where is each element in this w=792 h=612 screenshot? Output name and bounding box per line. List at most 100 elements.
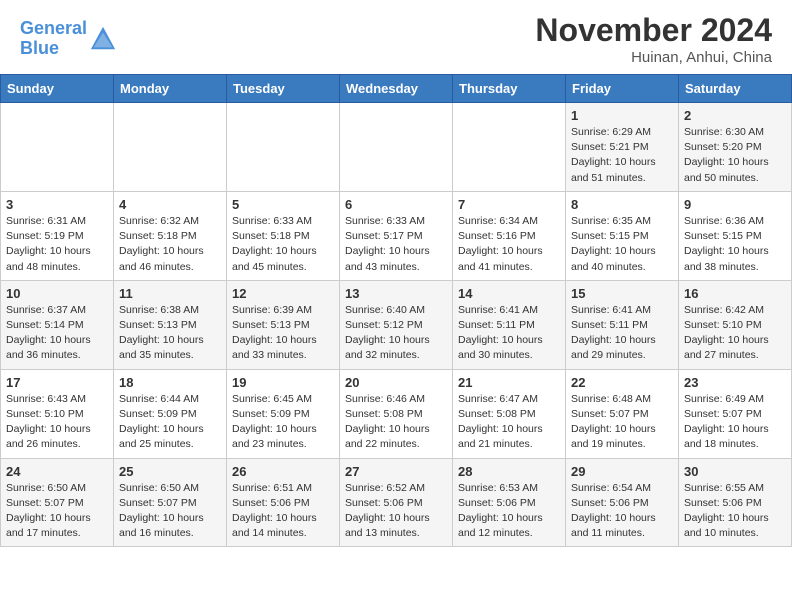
- day-info: Sunrise: 6:52 AM Sunset: 5:06 PM Dayligh…: [345, 481, 447, 542]
- day-number: 10: [6, 286, 108, 301]
- day-number: 27: [345, 464, 447, 479]
- calendar-cell: [1, 103, 114, 192]
- weekday-header-tuesday: Tuesday: [227, 75, 340, 103]
- logo-icon: [89, 25, 117, 53]
- day-number: 2: [684, 108, 786, 123]
- weekday-header-saturday: Saturday: [679, 75, 792, 103]
- calendar-cell: 21 Sunrise: 6:47 AM Sunset: 5:08 PM Dayli…: [453, 369, 566, 458]
- weekday-header-monday: Monday: [114, 75, 227, 103]
- day-number: 1: [571, 108, 673, 123]
- calendar-cell: [114, 103, 227, 192]
- calendar-cell: 10 Sunrise: 6:37 AM Sunset: 5:14 PM Dayli…: [1, 280, 114, 369]
- day-info: Sunrise: 6:32 AM Sunset: 5:18 PM Dayligh…: [119, 214, 221, 275]
- day-info: Sunrise: 6:38 AM Sunset: 5:13 PM Dayligh…: [119, 303, 221, 364]
- day-info: Sunrise: 6:34 AM Sunset: 5:16 PM Dayligh…: [458, 214, 560, 275]
- calendar-cell: 23 Sunrise: 6:49 AM Sunset: 5:07 PM Dayli…: [679, 369, 792, 458]
- calendar-week-row: 10 Sunrise: 6:37 AM Sunset: 5:14 PM Dayli…: [1, 280, 792, 369]
- title-block: November 2024 Huinan, Anhui, China: [535, 12, 772, 66]
- day-info: Sunrise: 6:54 AM Sunset: 5:06 PM Dayligh…: [571, 481, 673, 542]
- calendar-cell: 30Sunrise: 6:55 AM Sunset: 5:06 PM Dayli…: [679, 458, 792, 547]
- calendar-week-row: 3 Sunrise: 6:31 AM Sunset: 5:19 PM Daylig…: [1, 191, 792, 280]
- day-number: 13: [345, 286, 447, 301]
- day-number: 18: [119, 375, 221, 390]
- day-info: Sunrise: 6:36 AM Sunset: 5:15 PM Dayligh…: [684, 214, 786, 275]
- day-info: Sunrise: 6:50 AM Sunset: 5:07 PM Dayligh…: [119, 481, 221, 542]
- calendar-cell: 12Sunrise: 6:39 AM Sunset: 5:13 PM Dayli…: [227, 280, 340, 369]
- day-number: 16: [684, 286, 786, 301]
- calendar-cell: 14Sunrise: 6:41 AM Sunset: 5:11 PM Dayli…: [453, 280, 566, 369]
- day-info: Sunrise: 6:49 AM Sunset: 5:07 PM Dayligh…: [684, 392, 786, 453]
- day-info: Sunrise: 6:33 AM Sunset: 5:18 PM Dayligh…: [232, 214, 334, 275]
- month-title: November 2024: [535, 12, 772, 49]
- day-info: Sunrise: 6:40 AM Sunset: 5:12 PM Dayligh…: [345, 303, 447, 364]
- page-header: General Blue November 2024 Huinan, Anhui…: [0, 0, 792, 74]
- day-info: Sunrise: 6:48 AM Sunset: 5:07 PM Dayligh…: [571, 392, 673, 453]
- calendar-cell: 24Sunrise: 6:50 AM Sunset: 5:07 PM Dayli…: [1, 458, 114, 547]
- calendar-cell: 4 Sunrise: 6:32 AM Sunset: 5:18 PM Daylig…: [114, 191, 227, 280]
- calendar-cell: 26Sunrise: 6:51 AM Sunset: 5:06 PM Dayli…: [227, 458, 340, 547]
- weekday-header-thursday: Thursday: [453, 75, 566, 103]
- day-number: 19: [232, 375, 334, 390]
- calendar-cell: 19 Sunrise: 6:45 AM Sunset: 5:09 PM Dayli…: [227, 369, 340, 458]
- calendar-week-row: 24 Sunrise: 6:50 AM Sunset: 5:07 PM Dayli…: [1, 458, 792, 547]
- day-number: 26: [232, 464, 334, 479]
- calendar-cell: 22 Sunrise: 6:48 AM Sunset: 5:07 PM Dayli…: [566, 369, 679, 458]
- day-number: 21: [458, 375, 560, 390]
- day-number: 28: [458, 464, 560, 479]
- day-number: 5: [232, 197, 334, 212]
- day-info: Sunrise: 6:53 AM Sunset: 5:06 PM Dayligh…: [458, 481, 560, 542]
- calendar-cell: 16Sunrise: 6:42 AM Sunset: 5:10 PM Dayli…: [679, 280, 792, 369]
- calendar-cell: 9 Sunrise: 6:36 AM Sunset: 5:15 PM Daylig…: [679, 191, 792, 280]
- day-number: 22: [571, 375, 673, 390]
- day-number: 11: [119, 286, 221, 301]
- day-number: 14: [458, 286, 560, 301]
- day-info: Sunrise: 6:39 AM Sunset: 5:13 PM Dayligh…: [232, 303, 334, 364]
- day-number: 6: [345, 197, 447, 212]
- calendar-cell: 11 Sunrise: 6:38 AM Sunset: 5:13 PM Dayli…: [114, 280, 227, 369]
- calendar-cell: 3 Sunrise: 6:31 AM Sunset: 5:19 PM Daylig…: [1, 191, 114, 280]
- calendar-cell: 28 Sunrise: 6:53 AM Sunset: 5:06 PM Dayli…: [453, 458, 566, 547]
- day-number: 29: [571, 464, 673, 479]
- calendar-cell: 20 Sunrise: 6:46 AM Sunset: 5:08 PM Dayli…: [340, 369, 453, 458]
- logo-text: General Blue: [20, 19, 87, 59]
- calendar-cell: [453, 103, 566, 192]
- day-info: Sunrise: 6:43 AM Sunset: 5:10 PM Dayligh…: [6, 392, 108, 453]
- day-info: Sunrise: 6:35 AM Sunset: 5:15 PM Dayligh…: [571, 214, 673, 275]
- calendar-cell: 1 Sunrise: 6:29 AM Sunset: 5:21 PM Daylig…: [566, 103, 679, 192]
- day-info: Sunrise: 6:37 AM Sunset: 5:14 PM Dayligh…: [6, 303, 108, 364]
- day-number: 9: [684, 197, 786, 212]
- calendar-cell: 8Sunrise: 6:35 AM Sunset: 5:15 PM Daylig…: [566, 191, 679, 280]
- weekday-header-row: SundayMondayTuesdayWednesdayThursdayFrid…: [1, 75, 792, 103]
- day-number: 7: [458, 197, 560, 212]
- calendar-cell: 29 Sunrise: 6:54 AM Sunset: 5:06 PM Dayli…: [566, 458, 679, 547]
- day-number: 4: [119, 197, 221, 212]
- day-number: 30: [684, 464, 786, 479]
- day-info: Sunrise: 6:41 AM Sunset: 5:11 PM Dayligh…: [571, 303, 673, 364]
- day-number: 24: [6, 464, 108, 479]
- weekday-header-friday: Friday: [566, 75, 679, 103]
- calendar-cell: 5 Sunrise: 6:33 AM Sunset: 5:18 PM Daylig…: [227, 191, 340, 280]
- day-number: 15: [571, 286, 673, 301]
- weekday-header-wednesday: Wednesday: [340, 75, 453, 103]
- calendar-cell: 27 Sunrise: 6:52 AM Sunset: 5:06 PM Dayli…: [340, 458, 453, 547]
- day-number: 23: [684, 375, 786, 390]
- day-info: Sunrise: 6:46 AM Sunset: 5:08 PM Dayligh…: [345, 392, 447, 453]
- logo: General Blue: [20, 19, 117, 59]
- day-number: 20: [345, 375, 447, 390]
- day-info: Sunrise: 6:29 AM Sunset: 5:21 PM Dayligh…: [571, 125, 673, 186]
- calendar-cell: 18 Sunrise: 6:44 AM Sunset: 5:09 PM Dayli…: [114, 369, 227, 458]
- location: Huinan, Anhui, China: [535, 49, 772, 66]
- calendar-cell: [227, 103, 340, 192]
- day-number: 3: [6, 197, 108, 212]
- day-info: Sunrise: 6:31 AM Sunset: 5:19 PM Dayligh…: [6, 214, 108, 275]
- calendar-week-row: 17Sunrise: 6:43 AM Sunset: 5:10 PM Dayli…: [1, 369, 792, 458]
- calendar-cell: 17Sunrise: 6:43 AM Sunset: 5:10 PM Dayli…: [1, 369, 114, 458]
- calendar-cell: 25Sunrise: 6:50 AM Sunset: 5:07 PM Dayli…: [114, 458, 227, 547]
- day-info: Sunrise: 6:45 AM Sunset: 5:09 PM Dayligh…: [232, 392, 334, 453]
- day-info: Sunrise: 6:44 AM Sunset: 5:09 PM Dayligh…: [119, 392, 221, 453]
- day-info: Sunrise: 6:33 AM Sunset: 5:17 PM Dayligh…: [345, 214, 447, 275]
- day-info: Sunrise: 6:47 AM Sunset: 5:08 PM Dayligh…: [458, 392, 560, 453]
- day-info: Sunrise: 6:30 AM Sunset: 5:20 PM Dayligh…: [684, 125, 786, 186]
- calendar-week-row: 1 Sunrise: 6:29 AM Sunset: 5:21 PM Daylig…: [1, 103, 792, 192]
- calendar-cell: [340, 103, 453, 192]
